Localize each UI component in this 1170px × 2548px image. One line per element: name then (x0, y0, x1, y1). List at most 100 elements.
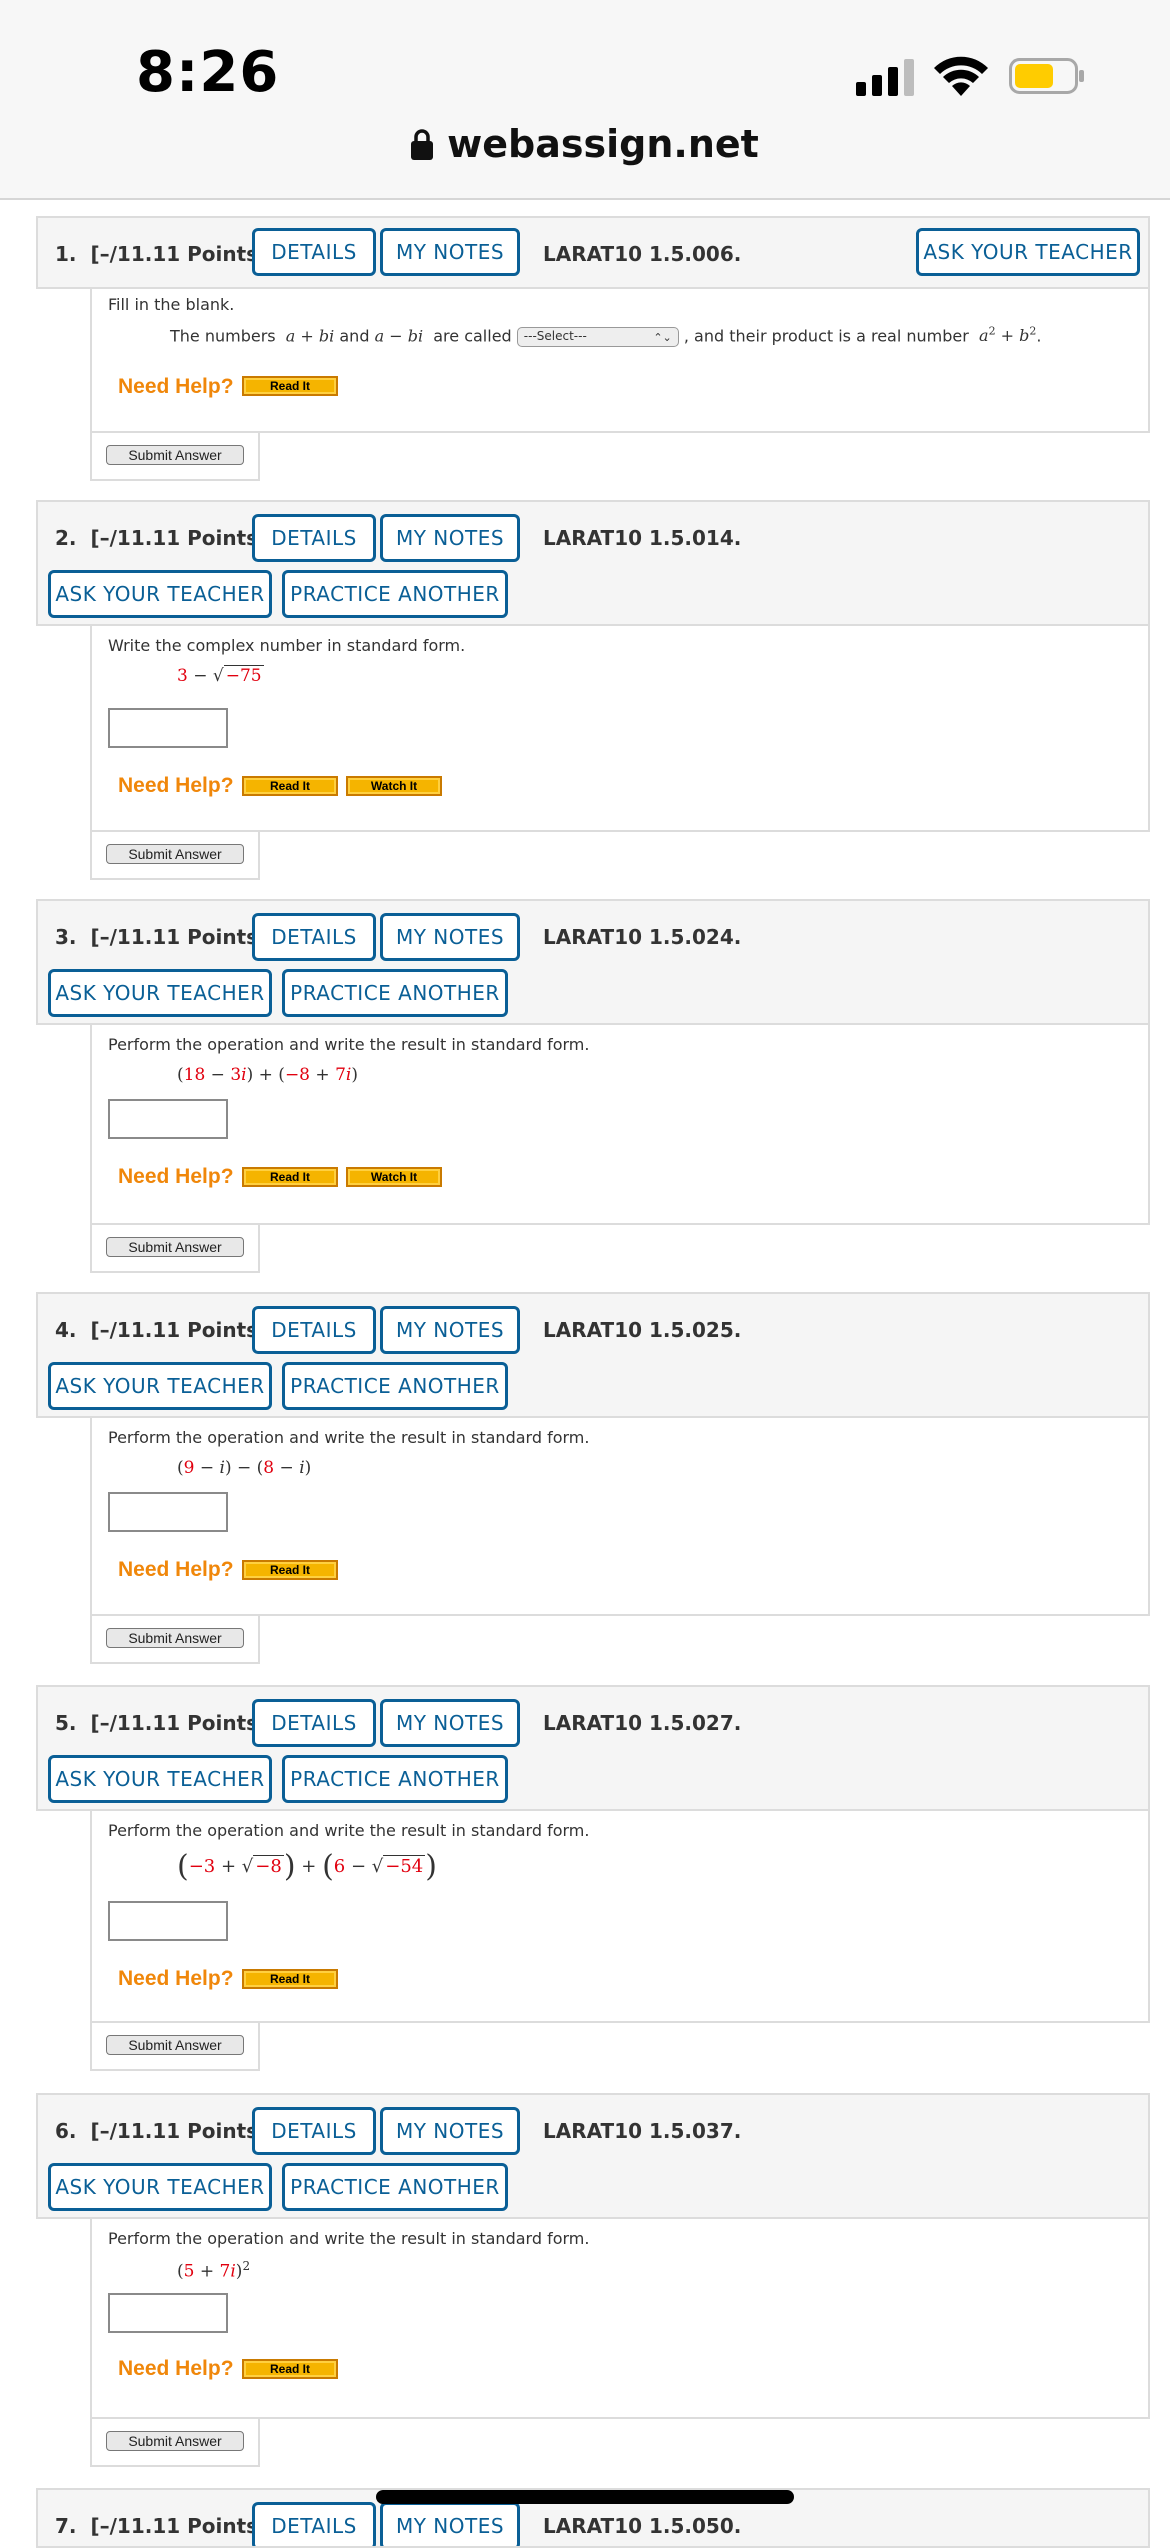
read-it-button[interactable]: Read It (242, 776, 338, 796)
question-points: [–/11.11 Points] (90, 1318, 268, 1342)
watch-it-button[interactable]: Watch It (346, 776, 442, 796)
question-id: LARAT10 1.5.037. (543, 2119, 742, 2143)
question-id: LARAT10 1.5.014. (543, 526, 742, 550)
need-help-label: Need Help? (118, 774, 234, 797)
my-notes-button[interactable]: MY NOTES (380, 228, 520, 276)
address-bar[interactable]: webassign.net (0, 122, 1170, 178)
need-help-label: Need Help? (118, 1558, 234, 1581)
need-help-label: Need Help? (118, 1967, 234, 1990)
submit-answer-button[interactable]: Submit Answer (106, 2035, 244, 2055)
question-prompt: Fill in the blank. (108, 295, 235, 314)
question-id: LARAT10 1.5.050. (543, 2514, 742, 2538)
browser-status-bar: 8:26 webassign.net (0, 0, 1170, 200)
need-help-label: Need Help? (118, 2357, 234, 2380)
question-prompt: Write the complex number in standard for… (108, 636, 466, 655)
battery-icon (1009, 58, 1084, 94)
math-expression: (9 − i) − (8 − i) (177, 1458, 312, 1478)
read-it-button[interactable]: Read It (242, 2359, 338, 2379)
my-notes-button[interactable]: MY NOTES (380, 1699, 520, 1747)
my-notes-button[interactable]: MY NOTES (380, 2107, 520, 2155)
ask-teacher-button[interactable]: ASK YOUR TEACHER (48, 2163, 272, 2211)
question-body: Perform the operation and write the resu… (90, 2219, 1150, 2419)
chevron-updown-icon: ⌃⌄ (653, 330, 672, 344)
question-header: 4. [–/11.11 Points] DETAILS MY NOTES LAR… (36, 1292, 1150, 1418)
practice-another-button[interactable]: PRACTICE ANOTHER (282, 969, 508, 1017)
practice-another-button[interactable]: PRACTICE ANOTHER (282, 1362, 508, 1410)
submit-answer-button[interactable]: Submit Answer (106, 1628, 244, 1648)
question-points: [–/11.11 Points] (90, 2514, 268, 2538)
math-expression: 3 − √ −75 (177, 665, 264, 686)
ask-teacher-button[interactable]: ASK YOUR TEACHER (48, 969, 272, 1017)
math-expression: (5 + 7i)2 (177, 2259, 251, 2282)
details-button[interactable]: DETAILS (252, 228, 376, 276)
question-body: Fill in the blank. The numbers a + bi an… (90, 289, 1150, 433)
question-points: [–/11.11 Points] (90, 242, 268, 266)
submit-area: Submit Answer (90, 433, 260, 481)
submit-answer-button[interactable]: Submit Answer (106, 844, 244, 864)
question-points: [–/11.11 Points] (90, 2119, 268, 2143)
fill-in-sentence: The numbers a + bi and a − bi are called… (170, 325, 1042, 347)
question-number: 3. (55, 925, 77, 949)
ask-teacher-button[interactable]: ASK YOUR TEACHER (48, 1755, 272, 1803)
submit-answer-button[interactable]: Submit Answer (106, 2431, 244, 2451)
answer-input[interactable] (108, 1492, 228, 1532)
question-body: Perform the operation and write the resu… (90, 1418, 1150, 1616)
details-button[interactable]: DETAILS (252, 2502, 376, 2546)
need-help-label: Need Help? (118, 1165, 234, 1188)
home-indicator[interactable] (376, 2490, 794, 2504)
practice-another-button[interactable]: PRACTICE ANOTHER (282, 2163, 508, 2211)
submit-answer-button[interactable]: Submit Answer (106, 1237, 244, 1257)
question-points: [–/11.11 Points] (90, 526, 268, 550)
question-number: 4. (55, 1318, 77, 1342)
watch-it-button[interactable]: Watch It (346, 1167, 442, 1187)
need-help-label: Need Help? (118, 375, 234, 398)
ask-teacher-button[interactable]: ASK YOUR TEACHER (48, 570, 272, 618)
details-button[interactable]: DETAILS (252, 1306, 376, 1354)
question-body: Write the complex number in standard for… (90, 626, 1150, 832)
url-text: webassign.net (447, 122, 759, 166)
details-button[interactable]: DETAILS (252, 1699, 376, 1747)
question-id: LARAT10 1.5.025. (543, 1318, 742, 1342)
my-notes-button[interactable]: MY NOTES (380, 913, 520, 961)
math-expression: (18 − 3i) + (−8 + 7i) (177, 1065, 358, 1085)
question-points: [–/11.11 Points] (90, 925, 268, 949)
my-notes-button[interactable]: MY NOTES (380, 514, 520, 562)
question-number: 5. (55, 1711, 77, 1735)
wifi-icon (934, 56, 988, 96)
answer-input[interactable] (108, 1901, 228, 1941)
submit-area: Submit Answer (90, 1225, 260, 1273)
read-it-button[interactable]: Read It (242, 1167, 338, 1187)
ask-teacher-button[interactable]: ASK YOUR TEACHER (48, 1362, 272, 1410)
math-expression: (−3 + √ −8) + (6 − √ −54) (177, 1849, 437, 1884)
question-body: Perform the operation and write the resu… (90, 1811, 1150, 2023)
question-id: LARAT10 1.5.006. (543, 242, 742, 266)
question-prompt: Perform the operation and write the resu… (108, 1035, 590, 1054)
read-it-button[interactable]: Read It (242, 1560, 338, 1580)
practice-another-button[interactable]: PRACTICE ANOTHER (282, 570, 508, 618)
question-id: LARAT10 1.5.024. (543, 925, 742, 949)
answer-input[interactable] (108, 1099, 228, 1139)
question-number: 2. (55, 526, 77, 550)
question-number: 1. (55, 242, 77, 266)
question-header: 5. [–/11.11 Points] DETAILS MY NOTES LAR… (36, 1685, 1150, 1811)
question-prompt: Perform the operation and write the resu… (108, 1428, 590, 1447)
details-button[interactable]: DETAILS (252, 514, 376, 562)
question-number: 6. (55, 2119, 77, 2143)
question-number: 7. (55, 2514, 77, 2538)
details-button[interactable]: DETAILS (252, 2107, 376, 2155)
submit-area: Submit Answer (90, 2419, 260, 2467)
term-select[interactable]: ---Select--- ⌃⌄ (516, 326, 679, 347)
question-prompt: Perform the operation and write the resu… (108, 2229, 590, 2248)
my-notes-button[interactable]: MY NOTES (380, 2502, 520, 2546)
ask-teacher-button[interactable]: ASK YOUR TEACHER (916, 228, 1140, 276)
read-it-button[interactable]: Read It (242, 1969, 338, 1989)
submit-answer-button[interactable]: Submit Answer (106, 445, 244, 465)
details-button[interactable]: DETAILS (252, 913, 376, 961)
practice-another-button[interactable]: PRACTICE ANOTHER (282, 1755, 508, 1803)
question-header: 2. [–/11.11 Points] DETAILS MY NOTES LAR… (36, 500, 1150, 626)
read-it-button[interactable]: Read It (242, 376, 338, 396)
my-notes-button[interactable]: MY NOTES (380, 1306, 520, 1354)
question-prompt: Perform the operation and write the resu… (108, 1821, 590, 1840)
answer-input[interactable] (108, 2293, 228, 2333)
answer-input[interactable] (108, 708, 228, 748)
